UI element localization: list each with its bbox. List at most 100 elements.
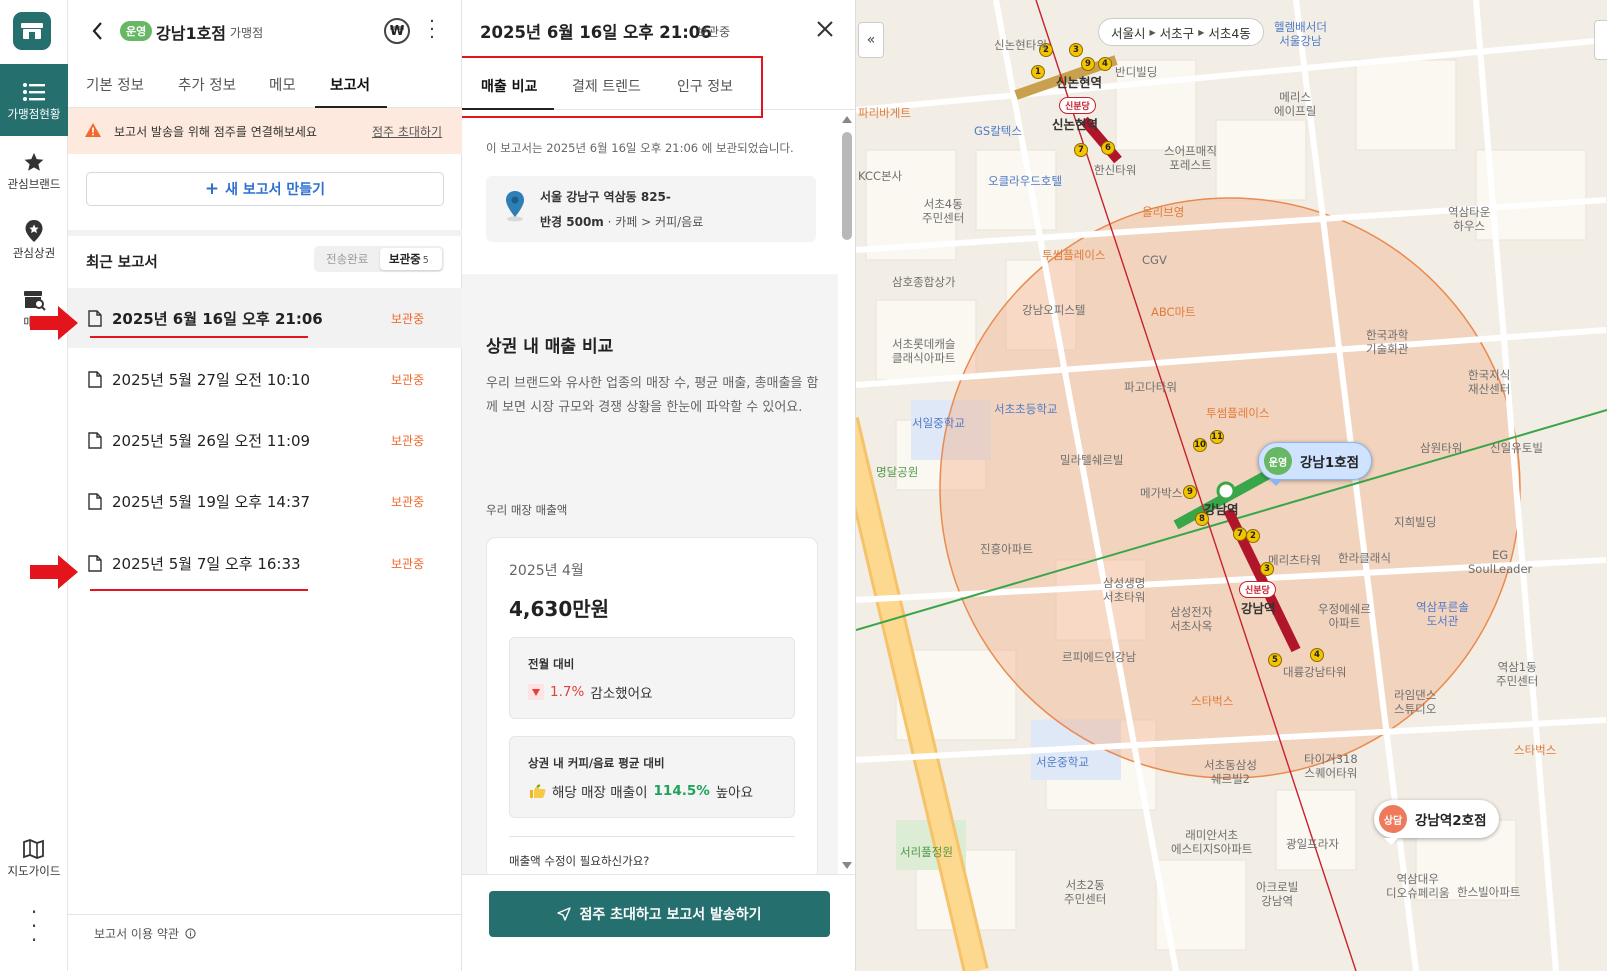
more-vertical-icon[interactable]: · · · — [26, 902, 42, 950]
status-badge: 운영 — [1264, 447, 1292, 475]
rail-item-franchise-status[interactable]: 가맹점현황 — [0, 64, 68, 136]
terms-link[interactable]: 보고서 이용 약관 — [94, 925, 196, 942]
pin-tail — [1269, 479, 1283, 486]
segment-sent[interactable]: 전송완료 — [326, 251, 368, 267]
subway-exit-icon: 6 — [1101, 141, 1115, 155]
poi-label: 서초동삼성 쉐르빌2 — [1204, 758, 1257, 786]
new-report-button[interactable]: + 새 보고서 만들기 — [86, 172, 444, 206]
poi-label: 서운중학교 — [1036, 755, 1089, 769]
store-pin-gangnam1[interactable]: 운영 강남1호점 — [1258, 442, 1373, 486]
rail-item-map-guide[interactable]: 지도가이드 — [0, 835, 68, 879]
won-sales-icon[interactable]: ₩ — [384, 18, 410, 44]
report-status: 보관중 — [697, 25, 731, 39]
poi-label: 역삼타운 하우스 — [1448, 205, 1491, 233]
poi-label: 메리스 에이프릴 — [1274, 90, 1317, 118]
mom-comparison: 전월 대비 1.7% 감소했어요 — [509, 637, 795, 719]
poi-label: 투썸플레이스 — [1206, 406, 1270, 420]
annotation-underline — [90, 589, 308, 591]
report-title: 2025년 6월 16일 오후 21:06 — [480, 23, 712, 42]
edit-sales-question[interactable]: 매출액 수정이 필요하신가요? — [509, 853, 649, 869]
segment-saved[interactable]: 보관중 5 — [380, 248, 442, 270]
invite-owner-link[interactable]: 점주 초대하기 — [372, 123, 442, 140]
scroll-down-icon[interactable] — [842, 862, 852, 869]
store-panel: 운영 강남1호점 가맹점 ₩ · · · 기본 정보 추가 정보 메모 보고서 보고… — [68, 0, 462, 971]
section-divider — [68, 230, 462, 236]
document-icon — [88, 371, 102, 388]
invite-and-send-button[interactable]: 점주 초대하고 보고서 발송하기 — [489, 891, 830, 937]
document-icon — [88, 555, 102, 572]
poi-label: 타이거318 스퀘어타워 — [1304, 752, 1358, 780]
bottom-action-bar: 점주 초대하고 보고서 발송하기 — [462, 874, 855, 971]
poi-label: 밀라텔쉐르빌 — [1060, 453, 1124, 467]
subway-exit-icon: 4 — [1310, 648, 1324, 662]
subway-exit-icon: 7 — [1074, 143, 1088, 157]
poi-label: 라임댄스 스튜디오 — [1394, 688, 1437, 716]
scrollbar[interactable] — [838, 112, 855, 872]
scroll-up-icon[interactable] — [842, 116, 852, 123]
location-star-icon — [24, 217, 44, 245]
rail-item-brand[interactable]: 관심브랜드 — [0, 148, 68, 192]
report-row[interactable]: 2025년 5월 27일 오전 10:10 보관중 — [68, 349, 462, 409]
subway-exit-icon: 10 — [1193, 438, 1207, 452]
store-pin-gangnam2[interactable]: 상담 강남역2호점 — [1374, 800, 1499, 845]
tab-memo[interactable]: 메모 — [269, 74, 296, 95]
sales-card: 2025년 4월 4,630만원 전월 대비 1.7% 감소했어요 상권 내 커… — [486, 537, 818, 882]
station-label: 신논현역 — [1056, 75, 1103, 90]
back-arrow-icon[interactable] — [88, 18, 108, 44]
store-name: 강남1호점 — [156, 24, 227, 43]
saved-note: 이 보고서는 2025년 6월 16일 오후 21:06 에 보관되었습니다. — [486, 141, 794, 155]
rail-label: 가맹점현황 — [7, 107, 61, 121]
map-control-button[interactable] — [1594, 20, 1607, 60]
report-status: 보관중 — [391, 434, 425, 448]
section-title: 상권 내 매출 비교 — [486, 337, 614, 357]
poi-label: 신일유토빌 — [1490, 441, 1543, 455]
store-type: 가맹점 — [230, 26, 264, 40]
report-row[interactable]: 2025년 5월 7일 오후 16:33 보관중 — [68, 533, 462, 593]
document-icon — [88, 493, 102, 510]
poi-label: 서초초등학교 — [994, 402, 1058, 416]
scroll-thumb[interactable] — [842, 132, 852, 240]
recent-reports-title: 최근 보고서 — [86, 255, 158, 271]
poi-label: 메가박스 — [1140, 486, 1183, 500]
location-card: 서울 강남구 역삼동 825- 반경 500m · 카페 > 커피/음료 — [486, 176, 816, 242]
caret-right-icon: ▶ — [1149, 27, 1156, 37]
tab-report[interactable]: 보고서 — [330, 74, 370, 95]
poi-label: 서초4동 주민센터 — [922, 197, 965, 225]
poi-label: 역삼푸른솔 도서관 — [1416, 600, 1469, 628]
line-badge: 신분당 — [1059, 97, 1096, 114]
report-row[interactable]: 2025년 6월 16일 오후 21:06 보관중 — [68, 288, 462, 348]
location-pin-icon — [506, 191, 524, 222]
poi-label: 한라클래식 — [1338, 551, 1391, 565]
tab-extra-info[interactable]: 추가 정보 — [178, 74, 236, 95]
report-date: 2025년 5월 7일 오후 16:33 — [112, 555, 301, 573]
sales-amount: 4,630만원 — [509, 597, 610, 621]
warning-icon — [85, 123, 101, 137]
report-row[interactable]: 2025년 5월 26일 오전 11:09 보관중 — [68, 410, 462, 470]
subway-exit-icon: 8 — [1195, 512, 1209, 526]
thumbs-up-icon — [530, 784, 546, 798]
more-vertical-icon[interactable]: · · · — [428, 13, 436, 47]
close-icon[interactable] — [816, 20, 834, 38]
annotation-underline — [90, 336, 308, 338]
subway-exit-icon: 9 — [1081, 57, 1095, 71]
store-header: 운영 강남1호점 가맹점 ₩ · · · — [68, 0, 462, 62]
collapse-panel-button[interactable]: « — [858, 22, 884, 58]
poi-label: 광일프라자 — [1286, 837, 1339, 851]
map-view[interactable]: « 서울시 ▶ 서초구 ▶ 서초4동 신논현역 신분당 신논현역 강남역 신분당 강… — [856, 0, 1607, 971]
map-breadcrumb[interactable]: 서울시 ▶ 서초구 ▶ 서초4동 — [1098, 18, 1264, 46]
rail-item-trade-area[interactable]: 관심상권 — [0, 217, 68, 261]
subway-exit-icon: 5 — [1268, 653, 1282, 667]
poi-label: 헬렘배서더 서울강남 — [1274, 20, 1327, 48]
poi-label: 신논현타워 — [994, 38, 1047, 52]
document-icon — [88, 432, 102, 449]
comparison-title: 전월 대비 — [528, 657, 575, 671]
app-logo-icon[interactable] — [13, 12, 51, 50]
info-icon — [185, 928, 196, 939]
tab-basic-info[interactable]: 기본 정보 — [86, 74, 144, 95]
poi-label: 지희빌딩 — [1394, 515, 1437, 529]
report-row[interactable]: 2025년 5월 19일 오후 14:37 보관중 — [68, 471, 462, 531]
poi-label: EG SoulLeader — [1468, 548, 1533, 576]
poi-label: 파리바게트 — [858, 106, 911, 120]
document-icon — [88, 310, 102, 327]
comparison-value: 1.7% 감소했어요 — [528, 682, 652, 702]
